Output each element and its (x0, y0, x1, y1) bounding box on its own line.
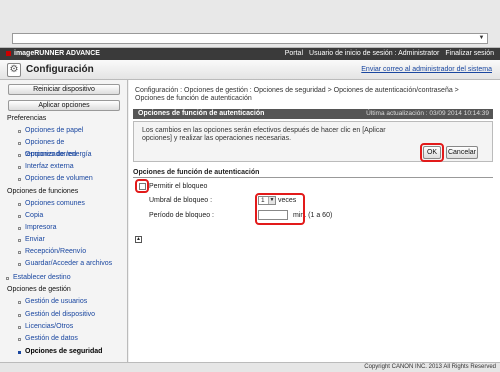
sidebar-group-functions: Opciones de funciones (7, 188, 79, 195)
user-info: Usuario de inicio de sesión : Administra… (309, 50, 440, 57)
sidebar-group-management: Opciones de gestión (7, 286, 71, 293)
address-bar[interactable]: ▼ (12, 33, 488, 44)
dropdown-arrow-icon[interactable]: ▼ (477, 35, 486, 42)
period-unit: min. (1 a 60) (293, 212, 333, 219)
sidebar-group-preferences: Preferencias (7, 115, 47, 122)
browser-chrome: ▼ (0, 0, 500, 48)
header-title: Opciones de función de autenticación (138, 110, 265, 117)
section-title: Opciones de función de autenticación (133, 169, 493, 178)
sidebar-item-licenses[interactable]: Licencias/Otros (0, 321, 127, 333)
apply-settings-button[interactable]: Aplicar opciones (8, 100, 120, 111)
allow-lockout-checkbox[interactable] (139, 183, 146, 190)
sidebar-item-common[interactable]: Opciones comunes (0, 198, 127, 210)
sidebar-item-copy[interactable]: Copia (0, 210, 127, 222)
threshold-label: Umbral de bloqueo : (149, 197, 213, 204)
sidebar-item-receive-forward[interactable]: Recepción/Reenvío (0, 246, 127, 258)
main-content: Configuración : Opciones de gestión : Op… (129, 80, 500, 362)
threshold-select[interactable]: 1 ▼ (258, 196, 276, 205)
sidebar-item-paper[interactable]: Opciones de papel (0, 125, 127, 137)
period-input[interactable] (258, 210, 288, 220)
settings-gear-icon: ⚙ (7, 63, 21, 77)
brand: imageRUNNER ADVANCE (6, 50, 100, 57)
threshold-unit: veces (278, 197, 297, 204)
notice-text: Los cambios en las opciones serán efecti… (142, 127, 386, 142)
sidebar-item-volume[interactable]: Opciones de volumen (0, 173, 127, 185)
portal-link[interactable]: Portal (285, 50, 303, 57)
sidebar-item-security[interactable]: Opciones de seguridad (0, 346, 127, 358)
sidebar-item-network[interactable]: Opciones de red (0, 149, 127, 161)
sidebar-item-device-management[interactable]: Gestión del dispositivo (0, 309, 127, 321)
scroll-top-icon[interactable]: ▲ (135, 236, 142, 243)
notice-panel: Los cambios en las opciones serán efecti… (133, 121, 493, 162)
copyright: Copyright CANON INC. 2013 All Rights Res… (364, 364, 496, 370)
sidebar-item-external-interface[interactable]: Interfaz externa (0, 161, 127, 173)
breadcrumb: Configuración : Opciones de gestión : Op… (135, 87, 459, 102)
sidebar-item-timer-energy[interactable]: Opciones de temporizador/energía (0, 137, 127, 158)
sidebar-item-user-management[interactable]: Gestión de usuarios (0, 296, 127, 308)
threshold-value: 1 (261, 197, 265, 204)
brand-name: imageRUNNER ADVANCE (14, 50, 100, 57)
last-update: Última actualización : 03/09 2014 10:14:… (366, 110, 489, 117)
sidebar-item-printer[interactable]: Impresora (0, 222, 127, 234)
footer: Copyright CANON INC. 2013 All Rights Res… (0, 362, 500, 372)
sidebar-item-data-management[interactable]: Gestión de datos (0, 333, 127, 345)
sidebar: Reiniciar dispositivo Aplicar opciones P… (0, 80, 128, 362)
sidebar-item-store-access[interactable]: Guardar/Acceder a archivos (0, 258, 127, 270)
email-admin-link[interactable]: Enviar correo al administrador del siste… (361, 66, 492, 73)
brand-logo-icon (6, 51, 11, 56)
page-title: Configuración (26, 64, 94, 75)
period-label: Período de bloqueo : (149, 212, 214, 219)
chevron-down-icon: ▼ (268, 197, 275, 204)
title-bar: ⚙ Configuración Enviar correo al adminis… (0, 60, 500, 80)
sidebar-item-destination[interactable]: Establecer destino (0, 272, 127, 284)
restart-device-button[interactable]: Reiniciar dispositivo (8, 84, 120, 95)
ok-button[interactable]: OK (423, 146, 441, 159)
logout-link[interactable]: Finalizar sesión (445, 50, 494, 57)
allow-lockout-label: Permitir el bloqueo (149, 183, 208, 190)
section-header-bar: Opciones de función de autenticación Últ… (133, 109, 493, 119)
top-bar: imageRUNNER ADVANCE Portal Usuario de in… (0, 48, 500, 60)
cancel-button[interactable]: Cancelar (446, 146, 478, 159)
sidebar-item-send[interactable]: Enviar (0, 234, 127, 246)
